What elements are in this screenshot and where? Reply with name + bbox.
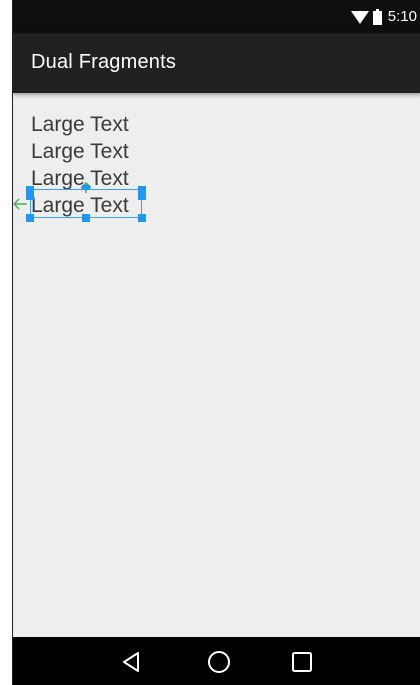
fragment-content: Large Text Large Text Large Text Large T… [13,93,420,637]
app-title: Dual Fragments [31,51,177,73]
back-icon [121,651,141,673]
home-button[interactable] [206,649,232,675]
device-frame: 5:10 Dual Fragments Large Text Large Tex… [0,0,420,685]
status-icons: 5:10 [350,0,417,33]
resize-handle-top-right[interactable] [138,186,146,200]
resize-handle-bottom-right[interactable] [138,214,146,222]
recents-button[interactable] [289,649,315,675]
status-bar: 5:10 [13,0,420,33]
recents-icon [291,651,313,673]
large-text-view-1[interactable]: Large Text [31,111,129,138]
large-text-view-4[interactable]: Large Text [31,192,129,219]
wifi-icon [350,10,369,24]
large-text-view-3[interactable]: Large Text [31,165,129,192]
status-time: 5:10 [387,8,417,25]
home-icon [207,650,231,674]
back-button[interactable] [118,649,144,675]
phone-screen: 5:10 Dual Fragments Large Text Large Tex… [12,0,420,685]
large-text-view-2[interactable]: Large Text [31,138,129,165]
app-bar: Dual Fragments [13,33,420,93]
navigation-bar [13,637,420,685]
battery-icon [372,8,382,25]
left-anchor-arrow-icon [13,189,29,224]
